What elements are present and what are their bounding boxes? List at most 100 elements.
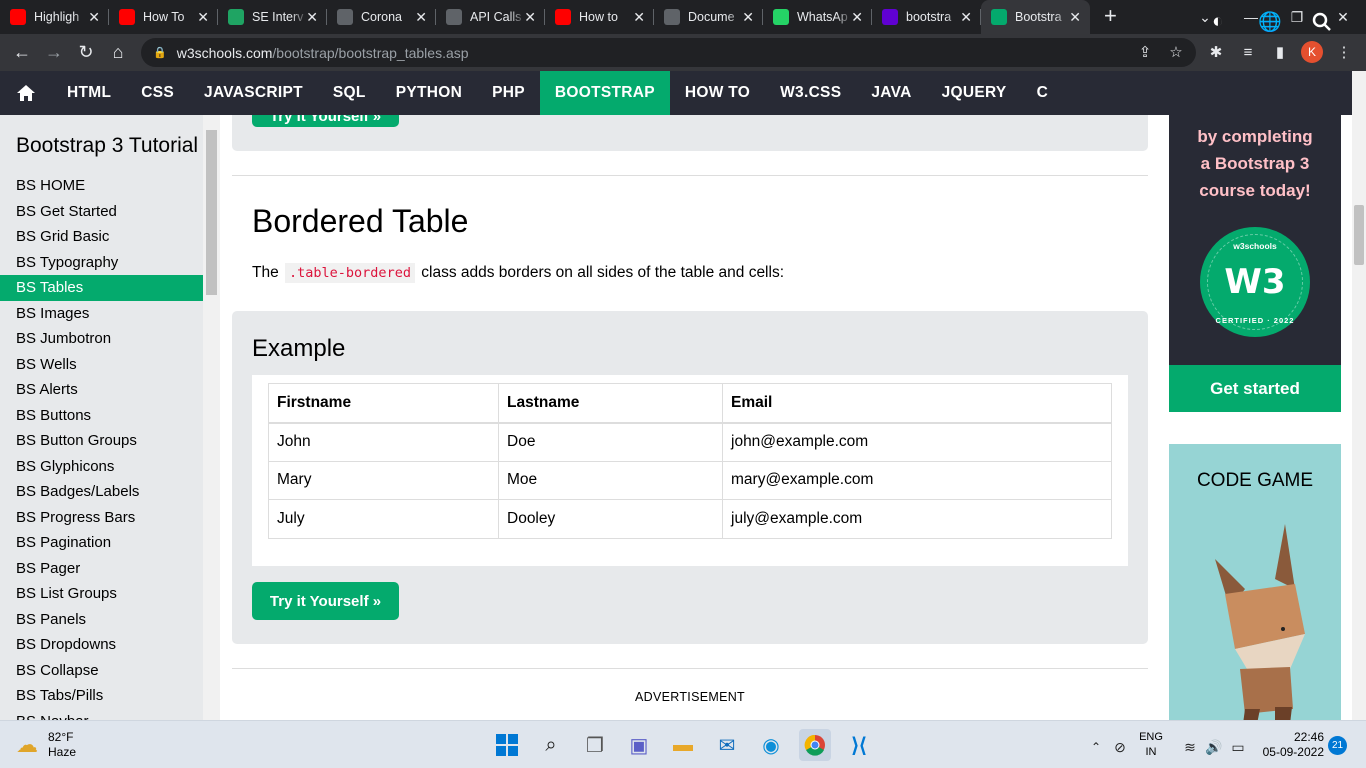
nav-item-bootstrap[interactable]: BOOTSTRAP (539, 71, 670, 115)
battery-icon[interactable]: ▭ (1222, 731, 1254, 763)
sidebar-item[interactable]: BS Images (0, 301, 203, 327)
nav-item-html[interactable]: HTML (52, 71, 126, 115)
search-icon[interactable]: ⌕ (535, 729, 567, 761)
w3-home-icon[interactable] (0, 71, 52, 115)
sidebar-item[interactable]: BS Panels (0, 607, 203, 633)
forward-icon[interactable]: → (38, 37, 70, 69)
chat-icon[interactable]: ▣ (623, 729, 655, 761)
back-icon[interactable]: ← (6, 37, 38, 69)
sidebar-item[interactable]: BS Grid Basic (0, 224, 203, 250)
browser-tab[interactable]: Bootstra ✕ (981, 0, 1090, 34)
browser-tab-strip: Highligh ✕ How To ✕ SE Interv ✕ Corona ✕ API Cal… (0, 0, 1366, 34)
tab-close-icon[interactable]: ✕ (524, 9, 536, 26)
system-clock[interactable]: 22:46 05-09-2022 (1258, 730, 1324, 760)
home-icon[interactable]: ⌂ (102, 37, 134, 69)
tab-close-icon[interactable]: ✕ (197, 9, 209, 26)
page-scroll-thumb[interactable] (1354, 205, 1364, 265)
nav-item-w3-css[interactable]: W3.CSS (765, 71, 856, 115)
browser-tab[interactable]: Corona ✕ (327, 0, 436, 34)
previous-try-button[interactable]: Try it Yourself » (252, 115, 399, 127)
nav-item-how-to[interactable]: HOW TO (670, 71, 765, 115)
new-tab-icon[interactable]: + (1104, 0, 1117, 34)
bookmark-star-icon[interactable]: ☆ (1162, 38, 1190, 66)
sidebar-scroll-thumb[interactable] (206, 130, 217, 295)
browser-tab[interactable]: Docume ✕ (654, 0, 763, 34)
sidebar-item[interactable]: BS Pagination (0, 530, 203, 556)
browser-tab[interactable]: bootstra ✕ (872, 0, 981, 34)
sidebar-item[interactable]: BS Button Groups (0, 428, 203, 454)
w3schools-top-nav: HTML CSS JAVASCRIPT SQL PYTHON PHP BOOTSTRAP HO… (0, 71, 1352, 115)
search-icon[interactable] (1306, 0, 1338, 44)
browser-tab[interactable]: WhatsAp ✕ (763, 0, 872, 34)
try-it-yourself-button[interactable]: Try it Yourself » (252, 582, 399, 620)
sidebar-item[interactable]: BS List Groups (0, 581, 203, 607)
reload-icon[interactable]: ↻ (70, 37, 102, 69)
address-bar[interactable]: 🔒 w3schools.com/bootstrap/bootstrap_tabl… (141, 38, 1196, 67)
edge-icon[interactable]: ◉ (755, 729, 787, 761)
sidebar-item[interactable]: BS Collapse (0, 658, 203, 684)
url-host: w3schools.com (176, 44, 273, 61)
tab-close-icon[interactable]: ✕ (851, 9, 863, 26)
browser-tab[interactable]: Highligh ✕ (0, 0, 109, 34)
sidebar-item[interactable]: BS Get Started (0, 199, 203, 225)
share-icon[interactable]: ⇪ (1131, 38, 1159, 66)
sidebar-item[interactable]: BS HOME (0, 173, 203, 199)
file-explorer-icon[interactable]: ▬ (667, 729, 699, 761)
vscode-icon[interactable]: ⟩⟨ (843, 729, 875, 761)
language-code: ENG (1139, 731, 1163, 743)
sidebar-item[interactable]: BS Buttons (0, 403, 203, 429)
tab-close-icon[interactable]: ✕ (88, 9, 100, 26)
sidebar-item[interactable]: BS Wells (0, 352, 203, 378)
sidebar-item[interactable]: BS Tabs/Pills (0, 683, 203, 709)
browser-tab[interactable]: SE Interv ✕ (218, 0, 327, 34)
tab-close-icon[interactable]: ✕ (1069, 9, 1081, 26)
contrast-icon[interactable]: ◐ (1202, 0, 1234, 44)
browser-tab[interactable]: How to ✕ (545, 0, 654, 34)
nav-item-c[interactable]: C (1022, 71, 1064, 115)
page-scrollbar[interactable] (1352, 71, 1366, 720)
tab-close-icon[interactable]: ✕ (960, 9, 972, 26)
table-cell: july@example.com (722, 499, 1112, 539)
sidebar-item[interactable]: BS Pager (0, 556, 203, 582)
sidebar-item[interactable]: BS Jumbotron (0, 326, 203, 352)
browser-tab[interactable]: How To ✕ (109, 0, 218, 34)
tab-close-icon[interactable]: ✕ (415, 9, 427, 26)
sidebar-item[interactable]: BS Navbar (0, 709, 203, 721)
sidebar-item[interactable]: BS Typography (0, 250, 203, 276)
mail-icon[interactable]: ✉ (711, 729, 743, 761)
sidebar-item[interactable]: BS Tables (0, 275, 203, 301)
divider (232, 668, 1148, 669)
nav-item-sql[interactable]: SQL (318, 71, 381, 115)
network-off-icon[interactable]: ⊘ (1104, 731, 1136, 763)
tab-close-icon[interactable]: ✕ (742, 9, 754, 26)
chrome-icon[interactable] (799, 729, 831, 761)
profile-initial: K (1301, 41, 1323, 63)
browser-tab[interactable]: API Calls ✕ (436, 0, 545, 34)
start-windows-icon[interactable] (491, 729, 523, 761)
globe-icon[interactable]: 🌐 (1254, 0, 1286, 44)
globe-icon (446, 9, 462, 25)
table-cell: Dooley (498, 499, 723, 539)
region-code: IN (1145, 746, 1157, 758)
tab-close-icon[interactable]: ✕ (306, 9, 318, 26)
nav-item-java[interactable]: JAVA (856, 71, 926, 115)
get-started-button[interactable]: Get started (1169, 365, 1341, 412)
nav-item-javascript[interactable]: JAVASCRIPT (189, 71, 318, 115)
nav-item-css[interactable]: CSS (126, 71, 189, 115)
code-game-ad[interactable]: CODE GAME (1169, 444, 1341, 720)
task-view-icon[interactable]: ❐ (579, 729, 611, 761)
sidebar-item[interactable]: BS Alerts (0, 377, 203, 403)
sidebar-item[interactable]: BS Dropdowns (0, 632, 203, 658)
sidebar-item[interactable]: BS Progress Bars (0, 505, 203, 531)
url-path: /bootstrap/bootstrap_tables.asp (272, 44, 469, 61)
sidebar-item[interactable]: BS Glyphicons (0, 454, 203, 480)
intro-text-before: The (252, 264, 279, 281)
notification-badge[interactable]: 21 (1328, 736, 1347, 755)
tab-close-icon[interactable]: ✕ (633, 9, 645, 26)
sidebar-item[interactable]: BS Badges/Labels (0, 479, 203, 505)
nav-item-python[interactable]: PYTHON (381, 71, 477, 115)
language-indicator[interactable]: ENG IN (1136, 730, 1166, 760)
weather-widget[interactable]: ☁ 82°F Haze (16, 730, 76, 760)
nav-item-php[interactable]: PHP (477, 71, 540, 115)
nav-item-jquery[interactable]: JQUERY (927, 71, 1022, 115)
